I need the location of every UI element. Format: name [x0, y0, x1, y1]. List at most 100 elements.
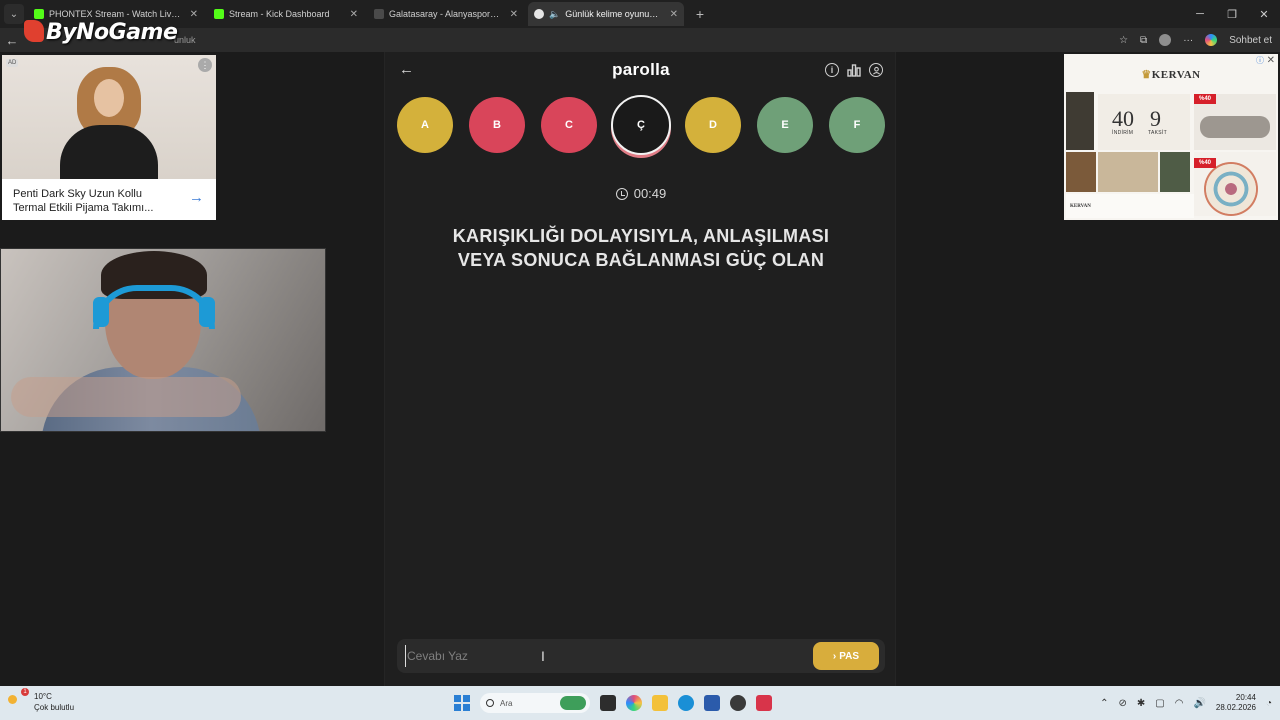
webcam-overlay [0, 248, 326, 432]
obs-icon[interactable] [730, 695, 746, 711]
toolbar-right: ☆ ⧉ ··· Sohbet et [1119, 28, 1272, 52]
letter-circle-c: C [541, 97, 597, 153]
letter-circle-f: F [829, 97, 885, 153]
close-tab-icon[interactable]: ✕ [670, 9, 678, 20]
ad-left[interactable]: AD ⋮ Penti Dark Sky Uzun Kollu Termal Et… [2, 55, 216, 220]
chevron-right-icon: › [832, 650, 837, 662]
file-explorer-icon[interactable] [652, 695, 668, 711]
copilot-icon[interactable] [1205, 34, 1218, 46]
close-tab-icon[interactable]: ✕ [190, 9, 198, 20]
network-icon[interactable]: ⊘ [1118, 698, 1126, 709]
wifi-icon[interactable]: ◠ [1175, 698, 1184, 709]
ad-options-icon[interactable]: ⋮ [198, 58, 212, 72]
taskbar-apps: Ara [454, 693, 772, 713]
ad-title: Penti Dark Sky Uzun Kollu Termal Etkili … [13, 188, 154, 214]
display-icon[interactable]: ▢ [1155, 698, 1164, 709]
ad-tile-shelf [1066, 152, 1096, 192]
ad-tile-chair [1160, 152, 1190, 192]
system-clock[interactable]: 20:44 28.02.2026 [1216, 693, 1256, 713]
arrow-right-icon[interactable]: → [189, 190, 204, 205]
tab-title: Galatasaray - Alanyaspor Canlı Sk [389, 9, 501, 19]
browser-back-icon[interactable]: ← [0, 33, 24, 48]
ad-installment-number: 9 [1150, 106, 1161, 131]
collections-icon[interactable]: ⧉ [1140, 35, 1147, 46]
window-controls: ─ ❐ ✕ [1184, 0, 1280, 28]
stream-overlay-logo: ByNoGame [24, 20, 178, 45]
weather-alert-badge: 1 [21, 688, 29, 696]
timer-value: 00:49 [633, 186, 667, 201]
rug-image [1204, 162, 1258, 216]
edge-icon[interactable] [678, 695, 694, 711]
chat-label[interactable]: Sohbet et [1229, 35, 1272, 46]
copilot-app-icon[interactable] [626, 695, 642, 711]
sofa-image [1200, 116, 1270, 138]
browser-tab[interactable]: Stream - Kick Dashboard ✕ [208, 2, 364, 26]
search-placeholder: Ara [500, 698, 513, 708]
letter-wheel: A B C Ç D E F [397, 95, 885, 155]
ad-footer-brand: KERVAN [1070, 204, 1091, 209]
ad-info-icon[interactable]: ⓘ [1256, 55, 1264, 66]
ad-badge: AD [6, 59, 19, 67]
taskbar-search[interactable]: Ara [480, 693, 590, 713]
maximize-icon[interactable]: ❐ [1216, 0, 1248, 28]
task-view-icon[interactable] [600, 695, 616, 711]
answer-input[interactable] [405, 645, 805, 667]
letter-circle-d: D [685, 97, 741, 153]
letter-circle-a: A [397, 97, 453, 153]
ad-close-icon[interactable]: ✕ [1267, 55, 1275, 66]
profile-icon[interactable] [869, 63, 883, 77]
windows-start-icon[interactable] [454, 695, 470, 711]
question-text: KARIŞIKLIĞI DOLAYISIYLA, ANLAŞILMASI VEY… [452, 226, 830, 270]
weather-widget[interactable]: 1 10°C Çok bulutlu [8, 688, 75, 713]
discount-tag: %40 [1194, 158, 1216, 168]
settings-more-icon[interactable]: ··· [1183, 35, 1193, 46]
ad-brand-text: KERVAN [1151, 69, 1201, 81]
pass-button[interactable]: › PAS [813, 642, 879, 670]
info-icon[interactable]: i [825, 63, 839, 77]
windows-taskbar: 1 10°C Çok bulutlu Ara ⌃ ⊘ ✱ ▢ ◠ 🔊 20:44… [0, 686, 1280, 720]
stats-icon[interactable] [847, 63, 861, 77]
bynogame-icon [24, 20, 44, 42]
browser-tab-active[interactable]: 🔈 Günlük kelime oyunu - paroll ✕ [528, 2, 684, 26]
game-brand: parolla [612, 60, 670, 79]
game-header: ← parolla i [385, 52, 897, 90]
clock-date: 28.02.2026 [1215, 703, 1256, 712]
text-cursor-icon: I [541, 648, 545, 664]
ad-right[interactable]: ⓘ ✕ ♛KERVAN 40 9 İNDİRİM TAKSİT %40 %40 … [1064, 54, 1278, 220]
clock-icon [615, 188, 628, 200]
header-icons: i [825, 63, 883, 77]
browser-tab[interactable]: Galatasaray - Alanyaspor Canlı Sk ✕ [368, 2, 524, 26]
site-icon [374, 9, 384, 19]
minimize-icon[interactable]: ─ [1184, 0, 1216, 28]
model-face [94, 79, 124, 117]
tab-menu-button[interactable]: ⌄ [4, 4, 24, 24]
browser-tab-strip: ⌄ PHONTEX Stream - Watch Live on ✕ Strea… [0, 0, 1280, 28]
ad-installment-label: TAKSİT [1148, 130, 1167, 136]
pass-label: PAS [839, 650, 860, 662]
overlay-logo-text: ByNoGame [46, 20, 178, 45]
kick-icon [214, 9, 224, 19]
notifications-icon[interactable]: ◔ [1266, 698, 1272, 709]
close-tab-icon[interactable]: ✕ [350, 9, 358, 20]
countdown-timer: 00:49 [385, 186, 897, 201]
tray-chevron-icon[interactable]: ⌃ [1100, 698, 1108, 709]
kick-icon [34, 9, 44, 19]
favorite-star-icon[interactable]: ☆ [1119, 35, 1128, 46]
ad-caption[interactable]: Penti Dark Sky Uzun Kollu Termal Etkili … [2, 179, 216, 220]
volume-icon[interactable]: 🔊 [1193, 698, 1205, 709]
close-tab-icon[interactable]: ✕ [510, 9, 518, 20]
store-icon[interactable] [704, 695, 720, 711]
ad-product-image[interactable]: AD ⋮ [2, 55, 216, 179]
app-icon[interactable] [756, 695, 772, 711]
profile-avatar[interactable] [1159, 34, 1172, 46]
new-tab-button[interactable]: + [690, 6, 710, 22]
weather-icon [8, 695, 17, 704]
close-window-icon[interactable]: ✕ [1248, 0, 1280, 28]
model-body [60, 125, 158, 179]
discount-tag: %40 [1194, 94, 1216, 104]
audio-icon[interactable]: 🔈 [549, 9, 560, 20]
weather-condition: Çok bulutlu [34, 703, 75, 712]
bluetooth-icon[interactable]: ✱ [1137, 698, 1145, 709]
ad-discount-label: İNDİRİM [1112, 130, 1134, 136]
tab-title: PHONTEX Stream - Watch Live on [49, 9, 181, 19]
